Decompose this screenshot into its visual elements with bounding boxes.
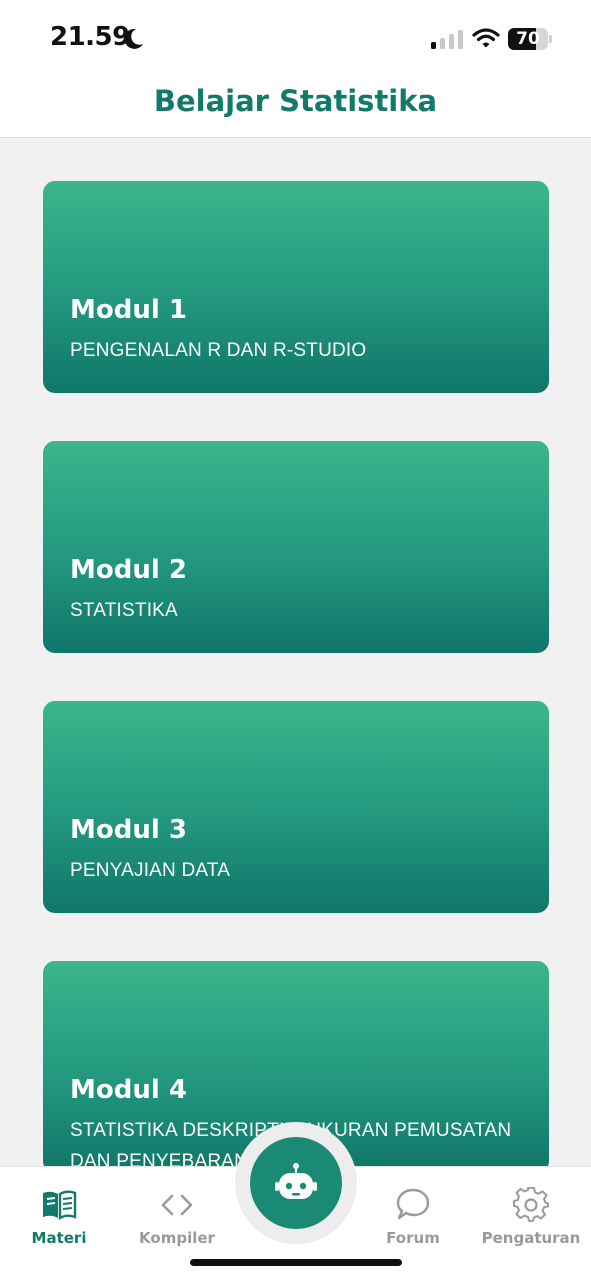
chatbot-button[interactable] <box>250 1137 342 1229</box>
module-subtitle: STATISTIKA <box>70 600 178 621</box>
nav-label: Pengaturan <box>481 1229 581 1247</box>
module-list[interactable]: Modul 1 PENGENALAN R DAN R-STUDIO Modul … <box>0 138 591 1168</box>
code-icon <box>161 1194 193 1216</box>
book-icon <box>43 1190 77 1221</box>
battery-cap <box>549 35 552 43</box>
nav-item-pengaturan[interactable]: Pengaturan <box>472 1167 590 1257</box>
nav-item-kompiler[interactable]: Kompiler <box>118 1167 236 1257</box>
page-title: Belajar Statistika <box>153 84 438 118</box>
module-card-2[interactable]: Modul 2 STATISTIKA <box>43 441 549 653</box>
nav-item-materi[interactable]: Materi <box>0 1167 118 1257</box>
app-header: Belajar Statistika <box>0 72 591 138</box>
module-subtitle: PENGENALAN R DAN R-STUDIO <box>70 340 367 361</box>
nav-item-forum[interactable]: Forum <box>354 1167 472 1257</box>
status-bar: 21.59 70 <box>0 0 591 72</box>
module-title: Modul 1 <box>70 295 187 325</box>
gear-icon <box>513 1187 549 1222</box>
nav-label: Kompiler <box>139 1229 215 1247</box>
module-title: Modul 3 <box>70 815 187 845</box>
module-title: Modul 4 <box>70 1075 187 1105</box>
home-indicator <box>190 1259 402 1266</box>
module-card-3[interactable]: Modul 3 PENYAJIAN DATA <box>43 701 549 913</box>
battery-body: 70 <box>508 28 548 50</box>
wifi-icon <box>472 28 500 48</box>
module-subtitle: PENYAJIAN DATA <box>70 860 231 881</box>
module-card-1[interactable]: Modul 1 PENGENALAN R DAN R-STUDIO <box>43 181 549 393</box>
nav-label: Materi <box>31 1229 87 1247</box>
robot-icon <box>275 1163 317 1199</box>
battery-icon: 70 <box>508 28 552 50</box>
moon-icon <box>124 28 143 49</box>
chat-bubble-icon <box>396 1188 430 1220</box>
nav-label: Forum <box>386 1229 440 1247</box>
module-title: Modul 2 <box>70 555 187 585</box>
signal-icon <box>431 30 463 49</box>
battery-level: 70 <box>516 29 540 49</box>
status-time: 21.59 <box>50 22 130 52</box>
